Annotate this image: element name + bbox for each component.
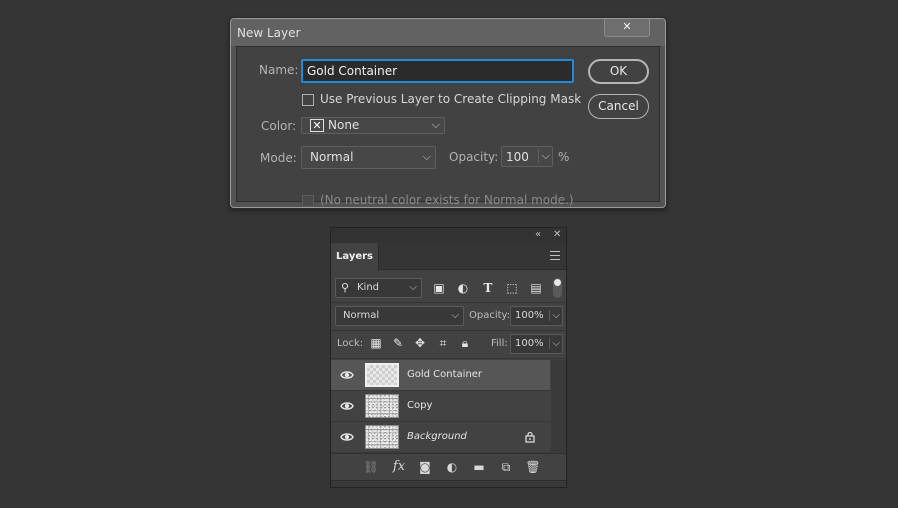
chevron-down-icon: ⌵ [451, 310, 459, 321]
dialog-titlebar[interactable]: New Layer ✕ [231, 19, 665, 46]
filter-kind-select[interactable]: ⚲ Kind ⌵ [335, 278, 422, 298]
divider [331, 330, 566, 331]
chevron-down-icon[interactable]: ⌵ [549, 310, 560, 321]
new-layer-icon[interactable]: ⧉ [498, 459, 514, 475]
chevron-down-icon[interactable]: ⌵ [537, 149, 550, 163]
layer-name-input[interactable] [301, 59, 574, 83]
opacity-unit: % [558, 150, 570, 164]
neutral-color-label: (No neutral color exists for Normal mode… [320, 193, 574, 207]
no-color-icon: ✕ [310, 119, 324, 132]
close-icon[interactable]: ✕ [553, 229, 561, 240]
adjustment-icon[interactable]: ◐ [444, 459, 460, 475]
name-label: Name: [259, 63, 299, 77]
layer-row-gold-container[interactable]: Gold Container [331, 360, 550, 391]
type-filter-icon[interactable]: T [480, 280, 496, 296]
mode-label: Mode: [260, 151, 297, 165]
clipping-mask-checkbox[interactable] [302, 94, 314, 106]
layer-row-background[interactable]: Background [331, 422, 550, 453]
lock-icon [525, 431, 535, 443]
eye-icon[interactable] [340, 400, 354, 412]
fx-icon[interactable]: fx [391, 459, 407, 475]
tab-bar: Layers [331, 243, 566, 271]
adjustment-filter-icon[interactable]: ◐ [455, 280, 471, 296]
close-button[interactable]: ✕ [604, 19, 650, 37]
filter-kind-value: Kind [357, 282, 380, 293]
clipping-mask-label: Use Previous Layer to Create Clipping Ma… [320, 92, 582, 106]
layer-name: Background [407, 431, 467, 442]
panel-menu-icon[interactable] [550, 251, 560, 260]
dialog-title: New Layer [237, 26, 301, 40]
layer-thumbnail [365, 363, 399, 387]
smart-object-filter-icon[interactable]: ▤ [528, 280, 544, 296]
opacity-value: 100 [506, 150, 529, 164]
opacity-label: Opacity: [449, 150, 499, 164]
layer-opacity-value: 100% [515, 310, 544, 321]
ok-button[interactable]: OK [588, 59, 649, 84]
mask-icon[interactable]: ◙ [417, 459, 433, 475]
color-select[interactable]: ✕ None ⌵ [301, 117, 445, 134]
opacity-field[interactable]: 100 ⌵ [501, 146, 553, 167]
fill-label: Fill: [491, 338, 508, 349]
layer-thumbnail [365, 425, 399, 449]
blend-mode-value: Normal [343, 310, 380, 321]
lock-transparent-pixels-icon[interactable]: ▦ [368, 335, 384, 351]
lock-image-pixels-icon[interactable]: ✎ [390, 335, 406, 351]
filter-toggle[interactable] [553, 278, 562, 298]
chevron-down-icon: ⌵ [409, 282, 417, 293]
trash-icon[interactable]: 🗑︎ [525, 459, 541, 475]
chevron-down-icon[interactable]: ⌵ [549, 338, 560, 349]
mode-select-value: Normal [310, 150, 354, 164]
layers-scrollbar[interactable] [551, 360, 566, 453]
fill-value: 100% [515, 338, 544, 349]
tab-layers[interactable]: Layers [331, 243, 379, 271]
link-icon[interactable]: ⛓︎ [363, 459, 379, 475]
image-filter-icon[interactable]: ▣ [431, 280, 447, 296]
close-icon: ✕ [622, 20, 632, 33]
layer-row-copy[interactable]: Copy [331, 391, 550, 422]
chevron-down-icon: ⌵ [422, 150, 431, 163]
layer-name: Gold Container [407, 369, 483, 380]
layer-thumbnail [365, 394, 399, 418]
lock-all-icon[interactable]: 🔒︎ [457, 335, 473, 351]
color-select-value: None [328, 118, 360, 132]
fill-field[interactable]: 100% ⌵ [510, 334, 563, 354]
layers-panel: « ✕ Layers ⚲ Kind ⌵ ▣ ◐ T ⬚ ▤ Normal ⌵ O… [330, 227, 567, 488]
dialog-body: Name: Use Previous Layer to Create Clipp… [236, 46, 660, 207]
color-label: Color: [261, 119, 297, 133]
lock-label: Lock: [337, 338, 364, 349]
divider [331, 358, 566, 359]
panel-header[interactable]: « ✕ [331, 228, 566, 243]
mode-select[interactable]: Normal ⌵ [301, 146, 436, 169]
chevron-down-icon: ⌵ [431, 118, 440, 131]
layers-bottom-toolbar: ⛓︎ fx ◙ ◐ ▬ ⧉ 🗑︎ [331, 453, 566, 480]
panel-resize-grip[interactable] [331, 480, 566, 487]
layer-opacity-field[interactable]: 100% ⌵ [510, 306, 563, 326]
eye-icon[interactable] [340, 431, 354, 443]
artboard-autonest-icon[interactable]: ⌗ [435, 335, 451, 351]
lock-position-icon[interactable]: ✥ [412, 335, 428, 351]
filter-toggle-knob [554, 279, 561, 286]
shape-filter-icon[interactable]: ⬚ [504, 280, 520, 296]
collapse-icon[interactable]: « [535, 229, 541, 240]
layer-name: Copy [407, 400, 433, 411]
folder-icon[interactable]: ▬ [471, 459, 487, 475]
blend-mode-select[interactable]: Normal ⌵ [335, 306, 464, 326]
eye-icon[interactable] [340, 369, 354, 381]
new-layer-dialog: New Layer ✕ Name: Use Previous Layer to … [230, 18, 666, 208]
neutral-color-checkbox[interactable] [302, 195, 314, 207]
divider [331, 302, 566, 303]
opacity-label: Opacity: [469, 310, 511, 321]
search-icon: ⚲ [341, 281, 350, 294]
cancel-button[interactable]: Cancel [588, 94, 649, 119]
